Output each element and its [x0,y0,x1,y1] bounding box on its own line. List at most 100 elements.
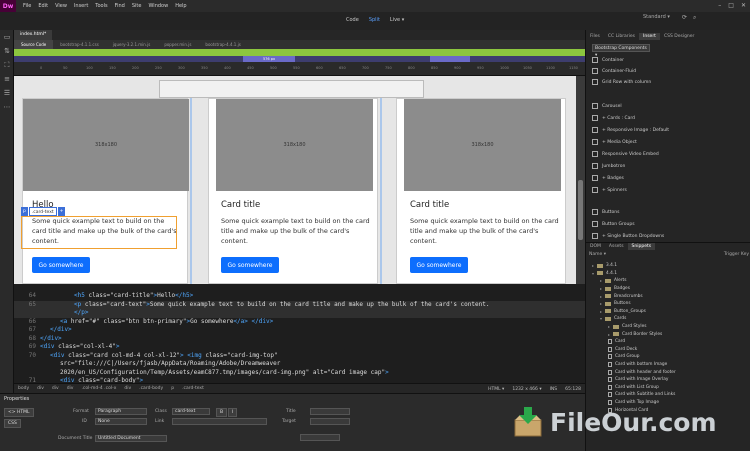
tab-css-designer[interactable]: CSS Designer [660,33,698,40]
tab-dom[interactable]: DOM [586,243,605,250]
related-file-popper[interactable]: popper.min.js [157,42,198,47]
code-line[interactable]: 2020/en_US/Configuration/Temp/Assets/eam… [14,369,585,378]
expand-arrow-icon[interactable]: ▸ [608,324,610,329]
go-somewhere-button[interactable]: Go somewhere [32,257,90,273]
add-class-button[interactable]: + [57,207,66,216]
maximize-button[interactable]: □ [728,2,734,9]
menu-tools[interactable]: Tools [95,3,107,9]
scrollbar-thumb[interactable] [578,180,583,240]
page-properties-button[interactable] [300,434,340,441]
related-file-source[interactable]: Source Code [14,40,54,49]
go-somewhere-button[interactable]: Go somewhere [410,257,468,273]
snippet-item[interactable]: ▸ Card Styles [608,323,646,331]
menu-insert[interactable]: Insert [74,3,88,9]
workspace-switcher[interactable]: Standard ▾ [643,14,670,20]
menu-help[interactable]: Help [175,3,186,9]
format-select[interactable]: Paragraph [95,408,147,415]
insert-item[interactable]: Responsive Video Embed [592,148,659,160]
expand-arrow-icon[interactable]: ▸ [600,294,602,299]
tag-crumb[interactable]: div [63,386,78,391]
menu-window[interactable]: Window [148,3,168,9]
file-management-icon[interactable]: ⇅ [0,44,14,58]
code-line[interactable]: 67 </div> [14,326,585,335]
code-format-icon[interactable]: ☰ [0,86,14,100]
expand-arrow-icon[interactable]: ▸ [608,332,610,337]
name-column-header[interactable]: Name ▾ [589,252,606,260]
tag-crumb[interactable]: .col-md-4 .col-x [77,386,120,391]
tag-crumb[interactable]: body [14,386,33,391]
id-select[interactable]: None [95,418,147,425]
code-line[interactable]: 70 <div class="card col-md-4 col-xl-12"> … [14,352,585,361]
css-mode-button[interactable]: CSS [4,419,21,428]
insert-item[interactable]: + Cards : Card [592,112,635,124]
expand-arrow-icon[interactable]: ▸ [600,309,602,314]
document-title-field[interactable]: Untitled Document [95,435,167,442]
menu-site[interactable]: Site [132,3,142,9]
snippet-item[interactable]: ▸ 3.4.1 [592,262,617,270]
wrap-tag-icon[interactable]: ≡ [0,72,14,86]
code-line[interactable]: 65 <p class="card-text">Some quick exampl… [14,300,585,309]
code-view-button[interactable]: Code [346,17,359,23]
snippet-item[interactable]: Card with bottom Image [608,361,667,369]
search-icon[interactable]: ⌕ [693,14,696,22]
related-file-jquery[interactable]: jquery-3.2.1.min.js [106,42,158,47]
live-view-options-icon[interactable]: ⛶ [0,58,14,72]
class-select[interactable]: card-text [172,408,210,415]
expand-arrow-icon[interactable]: ▸ [600,301,602,306]
expand-arrow-icon[interactable]: ▾ [592,271,594,276]
minimize-button[interactable]: – [718,2,721,9]
snippet-item[interactable]: ▸ Badges [600,285,630,293]
snippet-item[interactable]: ▸ Button_Groups [600,308,646,316]
snippet-item[interactable]: Card with List Group [608,384,659,392]
tag-crumb[interactable]: div [48,386,63,391]
more-tools-icon[interactable]: ⋯ [0,100,14,114]
tab-index-html[interactable]: index.html* [14,30,53,40]
menu-view[interactable]: View [55,3,67,9]
snippet-item[interactable]: ▾ Cards [600,315,626,323]
insert-item[interactable]: + Responsive Image : Default [592,124,669,136]
code-view[interactable]: 64 <h5 class="card-title">Hello</h5> 65 <p … [14,284,585,384]
italic-button[interactable]: I [228,408,238,417]
code-line[interactable]: src="file:///C|/Users/fjasb/AppData/Roam… [14,360,585,369]
snippet-item[interactable]: Card Group [608,353,640,361]
snippet-item[interactable]: ▸ Alerts [600,277,626,285]
insert-item[interactable]: + Single Button Dropdowns [592,230,664,242]
expand-arrow-icon[interactable]: ▸ [600,286,602,291]
tab-assets[interactable]: Assets [605,243,628,250]
window-size-select[interactable]: 1232 x 466 ▾ [512,387,541,392]
code-line[interactable]: 66 <a href="#" class="btn btn-primary">Go… [14,318,585,327]
tag-crumb[interactable]: div [120,386,135,391]
snippet-item[interactable]: ▾ 4.4.1 [592,270,617,278]
card-2[interactable]: 318x180 Card title Some quick example te… [208,98,378,284]
element-tag-name[interactable]: p [21,207,28,216]
html-mode-button[interactable]: <> HTML [4,408,34,417]
menu-edit[interactable]: Edit [38,3,48,9]
code-line[interactable]: 64 <h5 class="card-title">Hello</h5> [14,292,585,301]
tag-crumb[interactable]: .card-text [178,386,208,391]
sync-icon[interactable]: ⟳ [682,14,687,22]
insert-item[interactable]: + Badges [592,172,624,184]
tab-snippets[interactable]: Snippets [627,243,656,250]
bold-button[interactable]: B [216,408,228,417]
snippet-item[interactable]: ▸ Breadcrumbs [600,292,643,300]
menu-find[interactable]: Find [115,3,125,9]
insert-item[interactable]: + Spinners [592,184,627,196]
insert-item[interactable]: Carousel [592,100,622,112]
snippet-item[interactable]: Card with Image Overlay [608,376,668,384]
tab-insert[interactable]: Insert [639,33,660,40]
insert-item[interactable]: Grid Row with column [592,76,651,88]
insert-item[interactable]: Buttons [592,206,619,218]
card-1[interactable]: 318x180 Hello Some quick example text to… [22,98,189,284]
live-view-button[interactable]: Live ▾ [390,17,404,23]
expand-arrow-icon[interactable]: ▸ [600,278,602,283]
insert-item[interactable]: Button Groups [592,218,635,230]
media-query-bar-green[interactable] [14,49,585,56]
insert-item[interactable]: Jumbotron [592,160,625,172]
tab-cc-libraries[interactable]: CC Libraries [604,33,639,40]
target-field[interactable] [310,418,350,425]
design-view[interactable]: 318x180 Hello Some quick example text to… [14,76,576,284]
trigger-key-column-header[interactable]: Trigger Key [724,252,749,260]
code-line[interactable]: 69 <div class="col-xl-4"> [14,343,585,352]
expand-arrow-icon[interactable]: ▾ [600,316,602,321]
code-line[interactable]: 68 </div> [14,335,585,344]
